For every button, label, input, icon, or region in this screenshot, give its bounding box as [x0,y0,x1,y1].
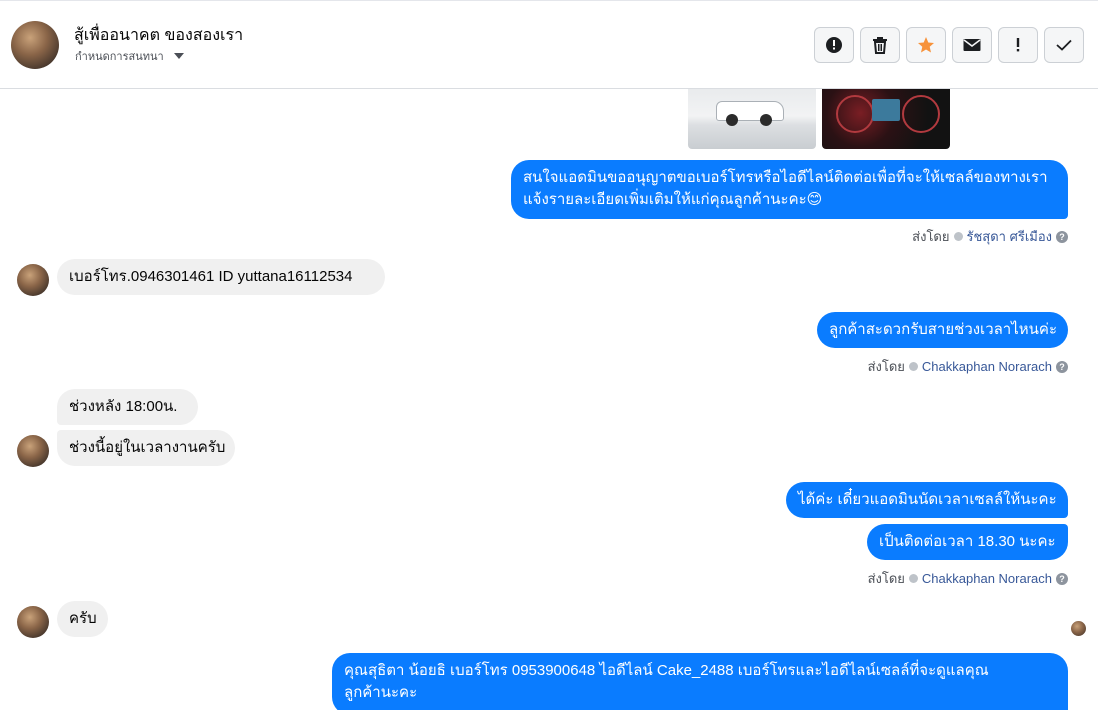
verified-icon [908,362,918,371]
message-line: สนใจแอดมินขออนุญาตขอเบอร์โทรหรือไอดีไลน์… [523,169,1048,186]
message-line: ลูกค้านะคะ [344,684,418,701]
delete-button[interactable] [860,27,900,63]
mark-spam-button[interactable] [998,27,1038,63]
contact-avatar[interactable] [11,21,59,69]
contact-avatar[interactable] [17,264,49,296]
conversation-header: สู้เพื่ออนาคต ของสองเรา กำหนดการสนทนา [0,0,1098,89]
sent-by-info: ส่งโดย รัชสุดา ศรีเมือง ? [912,226,1068,247]
star-button[interactable] [906,27,946,63]
incoming-message[interactable]: ช่วงหลัง 18:00น. [57,389,198,425]
sender-name[interactable]: รัชสุดา ศรีเมือง [967,226,1053,247]
sender-name[interactable]: Chakkaphan Norarach [922,571,1052,586]
message-line: คุณสุธิตา น้อยธิ เบอร์โทร 0953900648 ไอด… [344,662,989,679]
report-button[interactable] [814,27,854,63]
mark-unread-button[interactable] [952,27,992,63]
incoming-message[interactable]: ช่วงนี้อยู่ในเวลางานครับ [57,430,235,466]
schedule-label: กำหนดการสนทนา [75,51,164,63]
conversation-schedule-dropdown[interactable]: กำหนดการสนทนา [75,47,184,65]
action-toolbar [814,27,1084,63]
sent-by-info: ส่งโดย Chakkaphan Norarach ? [868,356,1068,377]
attachment-image-car[interactable] [688,89,816,149]
incoming-message[interactable]: เบอร์โทร.0946301461 ID yuttana16112534 [57,259,385,295]
message-thread[interactable]: สนใจแอดมินขออนุญาตขอเบอร์โทรหรือไอดีไลน์… [0,89,1098,710]
star-icon [918,37,934,53]
read-receipt-avatar [1071,621,1086,636]
contact-avatar[interactable] [17,435,49,467]
sender-name[interactable]: Chakkaphan Norarach [922,359,1052,374]
help-icon[interactable]: ? [1056,230,1068,243]
verified-icon [953,232,963,241]
caret-down-icon [173,53,184,59]
contact-name[interactable]: สู้เพื่ออนาคต ของสองเรา [74,23,243,48]
mark-done-button[interactable] [1044,27,1084,63]
trash-icon [873,37,887,54]
outgoing-message[interactable]: เป็นติดต่อเวลา 18.30 นะคะ [867,524,1068,560]
check-icon [1056,39,1072,51]
message-line: แจ้งรายละเอียดเพิ่มเติมให้แก่คุณลูกค้านะ… [523,191,823,208]
attachment-image-dashboard[interactable] [822,89,950,149]
outgoing-message[interactable]: คุณสุธิตา น้อยธิ เบอร์โทร 0953900648 ไอด… [332,653,1068,710]
help-icon[interactable]: ? [1056,572,1068,585]
contact-avatar[interactable] [17,606,49,638]
report-icon [826,37,842,53]
sent-by-info: ส่งโดย Chakkaphan Norarach ? [868,568,1068,589]
incoming-message[interactable]: ครับ [57,601,108,637]
mail-icon [963,39,981,51]
help-icon[interactable]: ? [1056,360,1068,373]
outgoing-message[interactable]: สนใจแอดมินขออนุญาตขอเบอร์โทรหรือไอดีไลน์… [511,160,1068,219]
verified-icon [908,574,918,583]
outgoing-message[interactable]: ลูกค้าสะดวกรับสายช่วงเวลาไหนค่ะ [817,312,1068,348]
exclamation-icon [1016,38,1020,52]
outgoing-message[interactable]: ได้ค่ะ เดี๋ยวแอดมินนัดเวลาเซลล์ให้นะคะ [786,482,1068,518]
